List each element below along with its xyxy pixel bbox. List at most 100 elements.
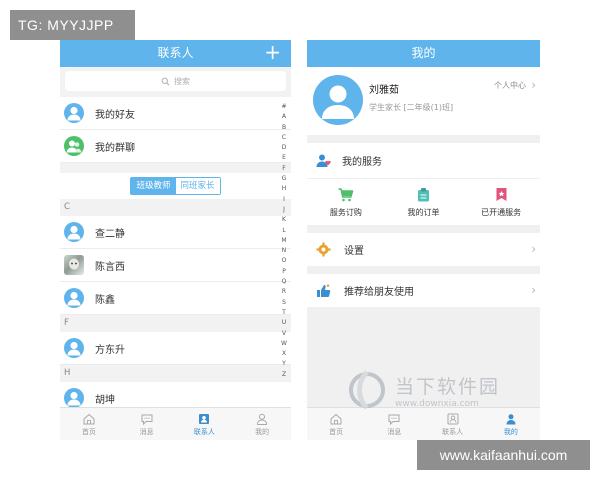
service-label: 已开通服务 — [481, 208, 522, 217]
index-letter[interactable]: Z — [282, 370, 286, 380]
index-letter[interactable]: H — [282, 184, 287, 194]
service-label: 我的订单 — [407, 208, 440, 217]
segment-classmate-parents[interactable]: 同班家长 — [175, 178, 220, 194]
person-icon — [64, 288, 84, 308]
index-letter[interactable]: # — [281, 102, 286, 112]
index-letter[interactable]: X — [282, 349, 286, 359]
index-letter[interactable]: S — [282, 298, 286, 308]
contacts-title: 联系人 — [157, 46, 194, 60]
section-header-c: C — [60, 199, 291, 216]
index-letter[interactable]: W — [281, 339, 287, 349]
ribbon-icon — [496, 188, 507, 201]
alphabet-index[interactable]: # A B C D E F G H I J K L M N O P Q R S T U V W X Y Z — [279, 102, 289, 380]
service-my-orders[interactable]: 我的订单 — [385, 179, 463, 225]
index-letter[interactable]: J — [283, 205, 285, 215]
contact-row[interactable]: 查二静 — [60, 216, 291, 249]
person-icon — [64, 338, 84, 358]
watermark-top-left: TG: MYYJJPP — [10, 10, 135, 40]
gear-icon — [316, 242, 331, 257]
index-letter[interactable]: Y — [282, 359, 286, 369]
watermark-logo-text: 当下软件园 — [395, 375, 501, 398]
personal-center-link[interactable]: 个人中心 — [494, 80, 526, 91]
tab-me[interactable]: 我的 — [482, 408, 540, 440]
service-activated[interactable]: 已开通服务 — [462, 179, 540, 225]
contact-row[interactable]: 陈鑫 — [60, 282, 291, 315]
index-letter[interactable]: F — [282, 164, 285, 174]
index-letter[interactable]: L — [282, 226, 285, 236]
tab-messages[interactable]: 消息 — [118, 408, 176, 440]
tab-contacts[interactable]: 联系人 — [176, 408, 234, 440]
recommend-label: 推荐给朋友使用 — [344, 287, 414, 298]
segment-control: 班级教师 同班家长 — [60, 173, 291, 199]
index-letter[interactable]: N — [282, 246, 287, 256]
add-contact-button[interactable]: + — [264, 40, 281, 65]
contact-name: 陈言西 — [95, 261, 125, 273]
tab-contacts[interactable]: 联系人 — [424, 408, 482, 440]
index-letter[interactable]: C — [282, 133, 286, 143]
search-input[interactable]: 搜索 — [65, 71, 286, 91]
message-icon — [141, 414, 153, 425]
cart-icon — [338, 188, 354, 202]
chevron-right-icon: › — [531, 283, 536, 297]
services-grid: 服务订购 我的订单 已开通服务 — [307, 179, 540, 225]
search-placeholder: 搜索 — [174, 76, 190, 86]
tab-home[interactable]: 首页 — [307, 408, 365, 440]
message-icon — [388, 414, 400, 425]
row-my-groups[interactable]: 我的群聊 — [60, 130, 291, 163]
tab-messages[interactable]: 消息 — [365, 408, 423, 440]
contact-name: 胡坤 — [95, 394, 115, 406]
index-letter[interactable]: K — [282, 215, 286, 225]
index-letter[interactable]: V — [282, 329, 286, 339]
index-letter[interactable]: P — [282, 267, 286, 277]
watermark-logo-url: www.downxia.com — [395, 398, 479, 409]
contact-name: 查二静 — [95, 228, 125, 240]
person-icon — [64, 388, 84, 408]
watermark-logo: 当下软件园 www.downxia.com — [345, 368, 500, 412]
photo-avatar — [64, 255, 84, 275]
tab-me[interactable]: 我的 — [233, 408, 291, 440]
service-subscribe[interactable]: 服务订购 — [307, 179, 385, 225]
group-icon — [64, 136, 84, 156]
index-letter[interactable]: O — [282, 256, 287, 266]
chevron-right-icon: › — [531, 242, 536, 256]
settings-row[interactable]: 设置 › — [307, 233, 540, 266]
tab-bar: 首页 消息 联系人 我的 — [60, 407, 291, 440]
search-icon — [161, 77, 170, 85]
index-letter[interactable]: T — [282, 308, 286, 318]
index-letter[interactable]: U — [282, 318, 286, 328]
contacts-icon — [199, 413, 210, 424]
index-letter[interactable]: A — [282, 112, 286, 122]
profile-card[interactable]: 刘雅茹 学生家长 [二年级(1)班] 个人中心 › — [307, 67, 540, 135]
tab-home[interactable]: 首页 — [60, 408, 118, 440]
segment-class-teachers[interactable]: 班级教师 — [131, 178, 176, 194]
index-letter[interactable]: I — [283, 195, 285, 205]
row-label: 我的群聊 — [95, 142, 135, 154]
home-icon — [330, 413, 342, 424]
contact-row[interactable]: 方东升 — [60, 332, 291, 365]
profile-icon — [257, 413, 268, 425]
settings-label: 设置 — [344, 246, 364, 257]
contact-name: 陈鑫 — [95, 294, 115, 306]
index-letter[interactable]: Q — [282, 277, 287, 287]
home-icon — [83, 413, 95, 424]
index-letter[interactable]: E — [282, 153, 286, 163]
index-letter[interactable]: D — [282, 143, 287, 153]
contact-row[interactable]: 陈言西 — [60, 249, 291, 282]
order-icon — [418, 188, 429, 202]
user-avatar — [313, 75, 363, 125]
service-user-icon — [316, 154, 331, 167]
recommend-row[interactable]: 推荐给朋友使用 › — [307, 274, 540, 307]
search-bar: 搜索 — [60, 67, 291, 97]
person-icon — [64, 103, 84, 123]
section-header-h: H — [60, 365, 291, 382]
index-letter[interactable]: M — [281, 236, 286, 246]
user-role: 学生家长 [二年级(1)班] — [369, 103, 454, 112]
my-services-label: 我的服务 — [342, 157, 382, 168]
chevron-right-icon: › — [531, 78, 536, 92]
row-my-friends[interactable]: 我的好友 — [60, 97, 291, 130]
index-letter[interactable]: B — [282, 123, 286, 133]
index-letter[interactable]: R — [282, 287, 286, 297]
contacts-icon — [447, 413, 459, 424]
index-letter[interactable]: G — [282, 174, 287, 184]
contacts-header: 联系人 + — [60, 40, 291, 67]
